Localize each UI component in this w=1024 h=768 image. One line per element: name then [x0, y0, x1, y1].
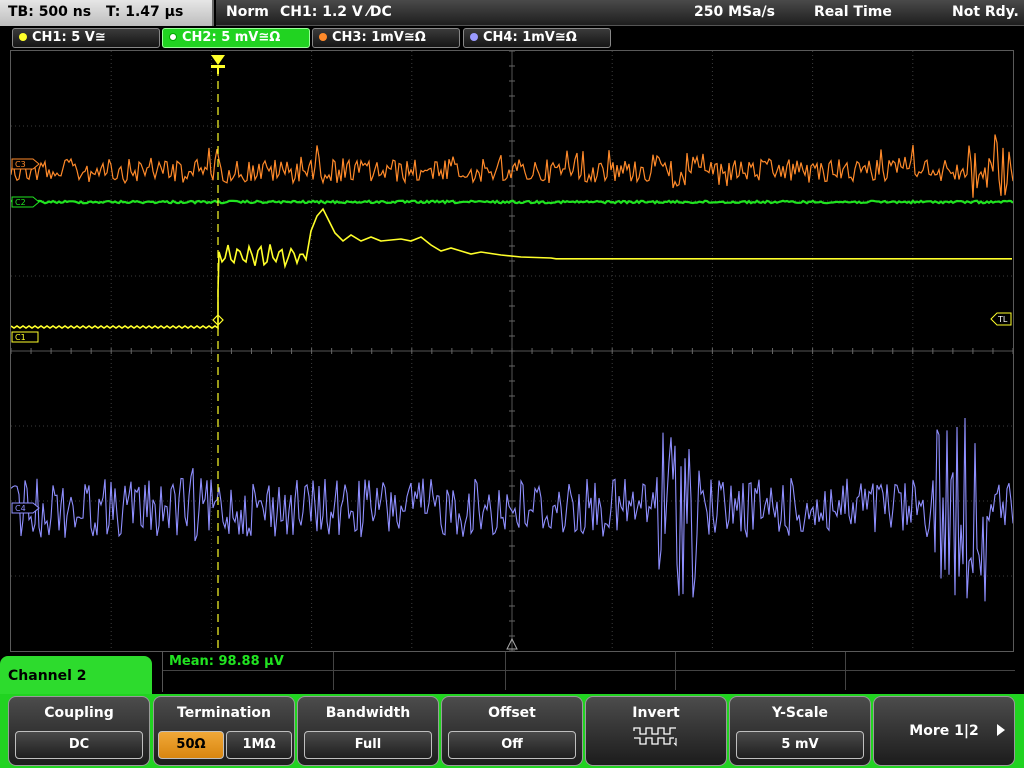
ch4-marker-label: C4	[15, 504, 26, 513]
termination-caption: Termination	[177, 705, 271, 721]
channel-tab-label: CH4: 1mV≅Ω	[483, 30, 577, 45]
channel-tabs: CH1: 5 V≅ CH2: 5 mV≅Ω CH3: 1mV≅Ω CH4: 1m…	[0, 26, 1024, 50]
measurement-divider	[675, 652, 676, 690]
ch1-marker-label: C1	[15, 333, 26, 342]
measurement-divider	[163, 670, 1015, 671]
trigger-info-bar[interactable]: Norm CH1: 1.2 V ⁄DC 250 MSa/s Real Time …	[216, 0, 1024, 26]
ch3-marker-label: C3	[15, 160, 26, 169]
trigger-mode: Norm	[226, 4, 269, 20]
measurement-divider	[333, 652, 334, 690]
channel-tab-ch4[interactable]: CH4: 1mV≅Ω	[463, 28, 611, 48]
offset-softkey[interactable]: Offset Off	[441, 696, 583, 766]
timebase-value: TB: 500 ns	[8, 4, 92, 20]
sample-rate: 250 MSa/s	[694, 4, 776, 20]
trigger-level-marker[interactable]: TL	[990, 312, 1012, 326]
invert-softkey[interactable]: Invert	[585, 696, 727, 766]
ch2-marker[interactable]: C2	[11, 196, 40, 208]
termination-softkey[interactable]: Termination 50Ω 1MΩ	[153, 696, 295, 766]
channel-tab-ch3[interactable]: CH3: 1mV≅Ω	[312, 28, 460, 48]
invert-waveform-icon	[633, 727, 677, 747]
ch4-dot-icon	[470, 33, 478, 41]
more-label: More 1|2	[909, 723, 979, 739]
yscale-softkey[interactable]: Y-Scale 5 mV	[729, 696, 871, 766]
channel-tab-label: CH3: 1mV≅Ω	[332, 30, 426, 45]
acquisition-mode: Real Time	[814, 4, 892, 20]
ch1-dot-icon	[19, 33, 27, 41]
ch3-marker[interactable]: C3	[11, 158, 40, 170]
offset-caption: Offset	[488, 705, 536, 721]
measurement-panel[interactable]: Mean: 98.88 µV	[162, 652, 1015, 692]
channel-tab-label: CH2: 5 mV≅Ω	[182, 30, 281, 45]
channel-tab-label: CH1: 5 V≅	[32, 30, 106, 45]
measurement-divider	[845, 652, 846, 690]
trigger-marker-icon[interactable]	[211, 55, 225, 74]
coupling-softkey[interactable]: Coupling DC	[8, 696, 150, 766]
bandwidth-value[interactable]: Full	[304, 731, 432, 759]
bandwidth-caption: Bandwidth	[325, 705, 411, 721]
ch2-dot-icon	[169, 33, 177, 41]
channel-menu-title-text: Channel 2	[8, 668, 87, 684]
yscale-value[interactable]: 5 mV	[736, 731, 864, 759]
ch1-marker[interactable]: C1	[11, 331, 39, 343]
mean-measurement: Mean: 98.88 µV	[169, 654, 284, 669]
yscale-caption: Y-Scale	[771, 705, 828, 721]
termination-50ohm-button[interactable]: 50Ω	[158, 731, 224, 759]
termination-1mohm-button[interactable]: 1MΩ	[226, 731, 292, 759]
invert-caption: Invert	[632, 705, 680, 721]
channel-tab-ch2[interactable]: CH2: 5 mV≅Ω	[162, 28, 310, 48]
coupling-caption: Coupling	[44, 705, 114, 721]
more-softkey[interactable]: More 1|2	[873, 696, 1015, 766]
ch4-marker[interactable]: C4	[11, 502, 40, 514]
grid-lines	[11, 51, 1013, 651]
waveform-display[interactable]: C3 C2 C1 C4 TL	[10, 50, 1014, 652]
ch3-dot-icon	[319, 33, 327, 41]
offset-value[interactable]: Off	[448, 731, 576, 759]
measurement-divider	[505, 652, 506, 690]
channel-tab-ch1[interactable]: CH1: 5 V≅	[12, 28, 160, 48]
graticule: C3 C2 C1 C4 TL	[11, 51, 1013, 651]
softkey-bar: Coupling DC Termination 50Ω 1MΩ Bandwidt…	[0, 694, 1024, 768]
status-bar: TB: 500 ns T: 1.47 µs Norm CH1: 1.2 V ⁄D…	[0, 0, 1024, 26]
acquisition-state: Not Rdy.	[952, 4, 1019, 20]
trigger-setting: CH1: 1.2 V ⁄DC	[280, 4, 392, 20]
right-arrow-icon	[997, 724, 1005, 736]
trigger-level-label: TL	[997, 315, 1008, 324]
trigger-time-value: T: 1.47 µs	[105, 4, 184, 20]
ch2-marker-label: C2	[15, 198, 26, 207]
bandwidth-softkey[interactable]: Bandwidth Full	[297, 696, 439, 766]
coupling-value[interactable]: DC	[15, 731, 143, 759]
timebase-readout[interactable]: TB: 500 ns T: 1.47 µs	[0, 0, 214, 26]
